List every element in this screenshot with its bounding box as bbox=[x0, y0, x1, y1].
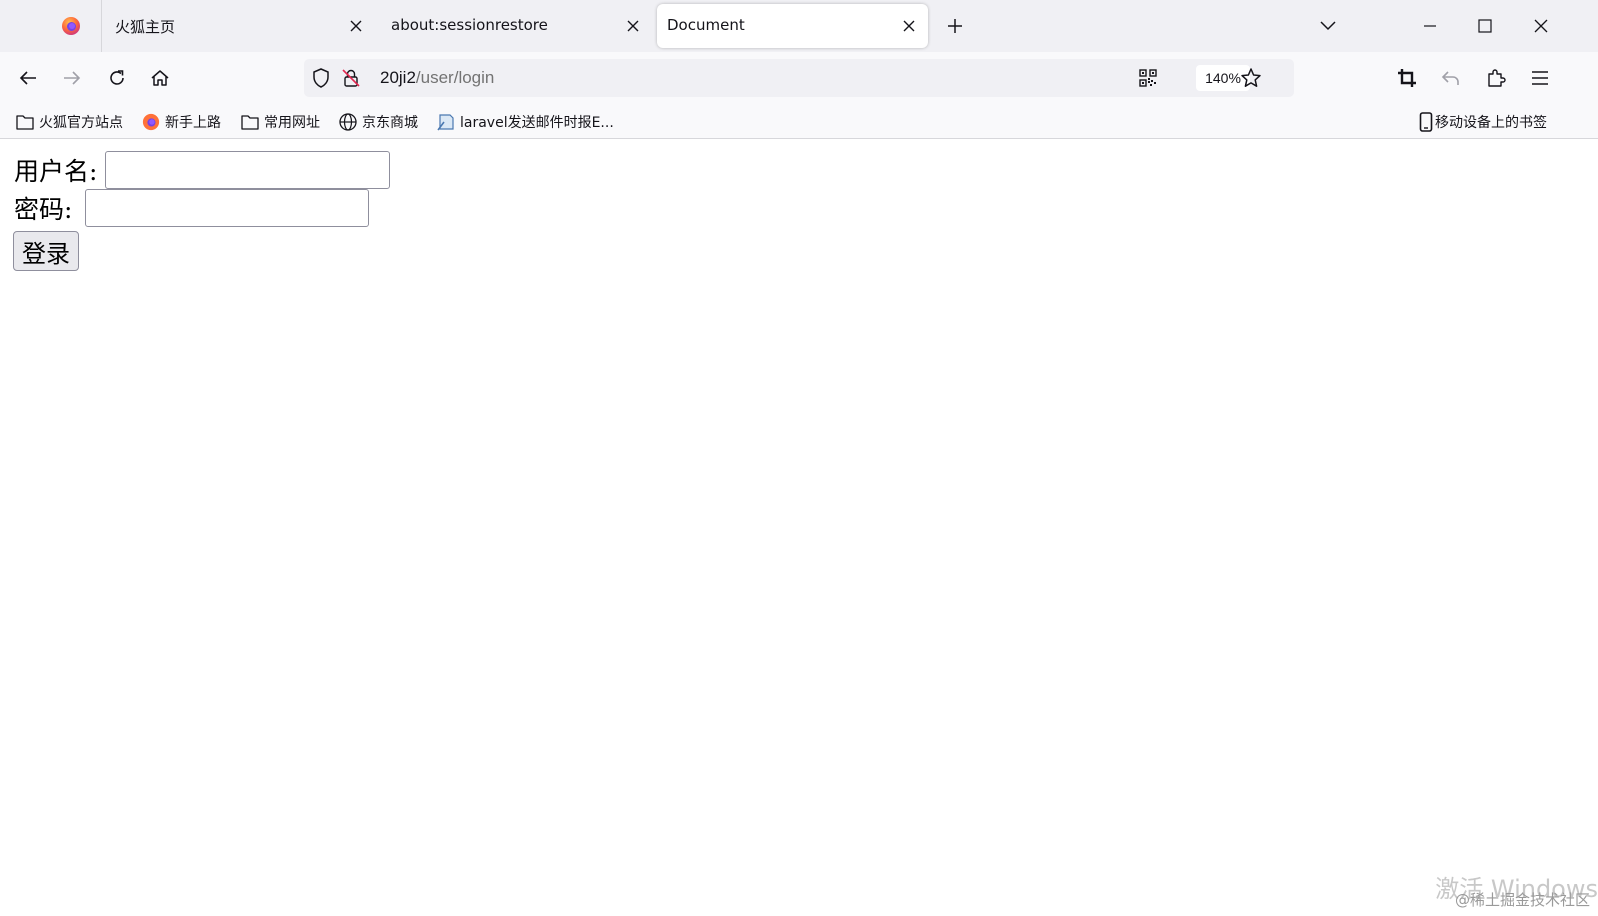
bookmark-label: 移动设备上的书签 bbox=[1435, 115, 1547, 131]
tab-title: 火狐主页 bbox=[115, 18, 176, 36]
password-row: 密码: bbox=[14, 189, 370, 227]
firefox-icon bbox=[142, 113, 160, 131]
minimize-button[interactable] bbox=[1416, 12, 1444, 40]
tab-strip: 火狐主页 about:sessionrestore Document bbox=[0, 0, 1598, 52]
minimize-icon bbox=[1424, 25, 1436, 27]
puzzle-icon bbox=[1488, 69, 1506, 87]
tab-title: about:sessionrestore bbox=[391, 16, 548, 34]
arrow-left-icon bbox=[19, 71, 36, 85]
bookmark-getting-started[interactable]: 新手上路 bbox=[142, 111, 221, 133]
insecure-lock-icon[interactable] bbox=[342, 68, 360, 92]
folder-icon bbox=[16, 115, 34, 130]
bookmark-label: laravel发送邮件时报E... bbox=[460, 115, 614, 131]
credit-watermark: @稀土掘金技术社区 bbox=[1454, 891, 1590, 909]
arrow-right-icon bbox=[64, 71, 81, 85]
list-all-tabs-button[interactable] bbox=[1314, 12, 1342, 40]
close-tab-icon[interactable] bbox=[899, 16, 919, 36]
username-input[interactable] bbox=[105, 151, 391, 189]
mobile-bookmarks-folder[interactable]: 移动设备上的书签 bbox=[1419, 111, 1547, 133]
bookmark-laravel-email[interactable]: laravel发送邮件时报E... bbox=[437, 111, 614, 133]
close-tab-icon[interactable] bbox=[346, 16, 366, 36]
url-text[interactable]: 20ji2/user/login bbox=[380, 68, 494, 88]
folder-icon bbox=[241, 115, 259, 130]
url-bar[interactable]: 20ji2/user/login 140% bbox=[304, 59, 1294, 97]
screenshot-button[interactable] bbox=[1393, 64, 1421, 92]
home-icon bbox=[151, 70, 169, 86]
tab-title: Document bbox=[667, 16, 745, 34]
new-tab-button[interactable] bbox=[941, 12, 969, 40]
chevron-down-icon bbox=[1320, 21, 1336, 31]
firefox-view-tab[interactable] bbox=[0, 0, 102, 52]
shield-icon[interactable] bbox=[312, 68, 330, 92]
crop-icon bbox=[1398, 69, 1416, 87]
undo-icon bbox=[1441, 71, 1459, 85]
username-label: 用户名: bbox=[14, 157, 98, 186]
firefox-logo-icon bbox=[62, 17, 80, 35]
tab-sessionrestore[interactable]: about:sessionrestore bbox=[377, 4, 653, 48]
bookmarks-toolbar: 火狐官方站点 新手上路 常用网址 京东商城 laravel发送邮件时报E... … bbox=[0, 104, 1598, 139]
page-icon bbox=[437, 114, 454, 131]
login-button[interactable]: 登录 bbox=[13, 231, 79, 271]
hamburger-menu-icon bbox=[1532, 71, 1548, 85]
undo-button[interactable] bbox=[1437, 64, 1465, 92]
bookmark-label: 常用网址 bbox=[264, 115, 320, 131]
username-row: 用户名: bbox=[14, 151, 391, 189]
plus-icon bbox=[948, 19, 962, 33]
close-tab-icon[interactable] bbox=[623, 16, 643, 36]
navigation-toolbar: 20ji2/user/login 140% bbox=[0, 52, 1598, 104]
bookmark-label: 新手上路 bbox=[165, 115, 221, 131]
bookmark-folder-firefox-official[interactable]: 火狐官方站点 bbox=[16, 111, 123, 133]
bookmark-folder-common-sites[interactable]: 常用网址 bbox=[241, 111, 320, 133]
password-input[interactable] bbox=[85, 189, 370, 227]
bookmark-label: 京东商城 bbox=[362, 115, 418, 131]
close-icon bbox=[1534, 19, 1548, 33]
bookmark-jd-mall[interactable]: 京东商城 bbox=[339, 111, 418, 133]
tab-home[interactable]: 火狐主页 bbox=[101, 4, 377, 48]
url-host: 20ji2 bbox=[380, 68, 416, 87]
extensions-button[interactable] bbox=[1482, 64, 1510, 92]
bookmark-star-icon[interactable] bbox=[1240, 67, 1262, 93]
maximize-button[interactable] bbox=[1471, 12, 1499, 40]
app-menu-button[interactable] bbox=[1526, 64, 1554, 92]
tab-document[interactable]: Document bbox=[657, 4, 928, 48]
reload-button[interactable] bbox=[103, 64, 131, 92]
mobile-device-icon bbox=[1419, 112, 1433, 132]
url-path: /user/login bbox=[415, 68, 495, 87]
globe-icon bbox=[339, 113, 357, 131]
bookmark-label: 火狐官方站点 bbox=[39, 115, 123, 131]
close-window-button[interactable] bbox=[1527, 12, 1555, 40]
reload-icon bbox=[110, 70, 124, 85]
back-button[interactable] bbox=[14, 64, 42, 92]
qr-code-icon[interactable] bbox=[1139, 69, 1157, 91]
forward-button[interactable] bbox=[58, 64, 86, 92]
home-button[interactable] bbox=[146, 64, 174, 92]
password-label: 密码: bbox=[14, 195, 73, 224]
maximize-icon bbox=[1478, 19, 1492, 33]
page-content: 用户名: 密码: 登录 激活 Windows @稀土掘金技术社区 bbox=[0, 139, 1598, 916]
